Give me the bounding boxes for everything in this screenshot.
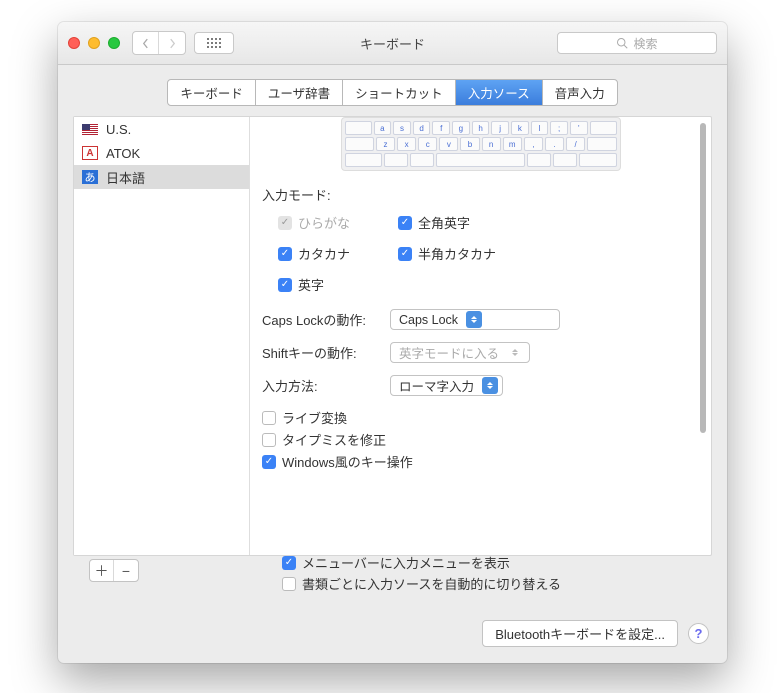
input-mode-option-0: ひらがな <box>278 213 398 232</box>
chevron-updown-icon <box>466 311 482 328</box>
add-button[interactable]: ＋ <box>90 560 114 581</box>
tab-2[interactable]: ショートカット <box>343 80 456 105</box>
option-2[interactable]: Windows風のキー操作 <box>262 452 699 471</box>
close-window-button[interactable] <box>68 37 80 49</box>
caps-lock-label: Caps Lockの動作: <box>262 310 382 329</box>
tabs: キーボードユーザ辞書ショートカット入力ソース音声入力 <box>167 79 617 106</box>
zoom-window-button[interactable] <box>108 37 120 49</box>
checkbox-icon <box>262 411 276 425</box>
shift-key-label: Shiftキーの動作: <box>262 343 382 362</box>
input-mode-label: 入力モード: <box>262 185 699 204</box>
grid-icon <box>207 38 221 48</box>
minimize-window-button[interactable] <box>88 37 100 49</box>
bottom-option-1[interactable]: 書類ごとに入力ソースを自動的に切り替える <box>282 574 561 593</box>
sidebar: U.S. A ATOK あ日本語 <box>74 117 250 555</box>
search-field[interactable]: 検索 <box>557 32 717 54</box>
bluetooth-button[interactable]: Bluetoothキーボードを設定... <box>482 620 678 647</box>
flag-us-icon <box>82 124 98 135</box>
checkbox-icon <box>398 216 412 230</box>
checkbox-icon <box>262 455 276 469</box>
scrollbar-thumb[interactable] <box>700 123 706 433</box>
bottom-options: メニューバーに入力メニューを表示書類ごとに入力ソースを自動的に切り替える <box>282 551 561 595</box>
hiragana-icon: あ <box>82 170 98 184</box>
input-method-label: 入力方法: <box>262 376 382 395</box>
checkbox-icon <box>278 247 292 261</box>
traffic-lights <box>68 37 120 49</box>
search-placeholder: 検索 <box>633 35 657 52</box>
tab-0[interactable]: キーボード <box>168 80 256 105</box>
add-remove: ＋ − <box>89 559 139 582</box>
shift-key-select[interactable]: 英字モードに入る <box>390 342 530 363</box>
option-0[interactable]: ライブ変換 <box>262 408 699 427</box>
sidebar-item-label: ATOK <box>106 146 140 161</box>
footer: Bluetoothキーボードを設定... ? <box>482 620 709 647</box>
detail-pane: asdfghjkl;' zxcvbnm,./ 入力モード: ひらがな全角英字カタ… <box>250 117 711 555</box>
preferences-window: キーボード 検索 キーボードユーザ辞書ショートカット入力ソース音声入力 U.S.… <box>58 22 727 663</box>
checkbox-icon <box>262 433 276 447</box>
keyboard-preview: asdfghjkl;' zxcvbnm,./ <box>341 117 621 171</box>
checkbox-icon <box>278 216 292 230</box>
checkbox-icon <box>282 577 296 591</box>
tab-3[interactable]: 入力ソース <box>456 80 543 105</box>
sidebar-item-1[interactable]: A ATOK <box>74 141 249 165</box>
option-1[interactable]: タイプミスを修正 <box>262 430 699 449</box>
chevron-updown-icon <box>507 344 523 361</box>
checkbox-icon <box>278 278 292 292</box>
sidebar-item-label: U.S. <box>106 122 131 137</box>
input-method-row: 入力方法: ローマ字入力 <box>262 375 699 396</box>
input-mode-option-4[interactable]: 英字 <box>278 275 398 294</box>
body: U.S. A ATOK あ日本語 asdfghjkl;' zxcvbnm,./ 入力モ… <box>58 116 727 571</box>
caps-lock-row: Caps Lockの動作: Caps Lock <box>262 309 699 330</box>
nav-back-button[interactable] <box>133 32 159 54</box>
checkbox-icon <box>398 247 412 261</box>
nav-forward-button[interactable] <box>159 32 185 54</box>
show-all-button[interactable] <box>194 32 234 54</box>
scrollbar[interactable] <box>698 123 708 549</box>
tabs-container: キーボードユーザ辞書ショートカット入力ソース音声入力 <box>58 65 727 116</box>
main-panel: U.S. A ATOK あ日本語 asdfghjkl;' zxcvbnm,./ 入力モ… <box>73 116 712 556</box>
sidebar-item-label: 日本語 <box>106 168 145 187</box>
input-mode-option-1[interactable]: 全角英字 <box>398 213 538 232</box>
sidebar-item-0[interactable]: U.S. <box>74 117 249 141</box>
remove-button[interactable]: − <box>114 560 138 581</box>
shift-key-row: Shiftキーの動作: 英字モードに入る <box>262 342 699 363</box>
input-mode-grid: ひらがな全角英字カタカナ半角カタカナ英字 <box>278 210 699 297</box>
input-mode-option-2[interactable]: カタカナ <box>278 244 398 263</box>
options: ライブ変換タイプミスを修正 Windows風のキー操作 <box>262 408 699 471</box>
input-mode-option-3[interactable]: 半角カタカナ <box>398 244 538 263</box>
input-method-select[interactable]: ローマ字入力 <box>390 375 503 396</box>
help-button[interactable]: ? <box>688 623 709 644</box>
sidebar-item-2[interactable]: あ日本語 <box>74 165 249 189</box>
tab-1[interactable]: ユーザ辞書 <box>256 80 343 105</box>
search-icon <box>616 37 628 49</box>
caps-lock-select[interactable]: Caps Lock <box>390 309 560 330</box>
bottom-option-0[interactable]: メニューバーに入力メニューを表示 <box>282 553 561 572</box>
tab-4[interactable]: 音声入力 <box>543 80 617 105</box>
titlebar: キーボード 検索 <box>58 22 727 65</box>
chevron-updown-icon <box>482 377 498 394</box>
atok-icon: A <box>82 146 98 160</box>
nav-back-forward <box>132 31 186 55</box>
checkbox-icon <box>282 556 296 570</box>
